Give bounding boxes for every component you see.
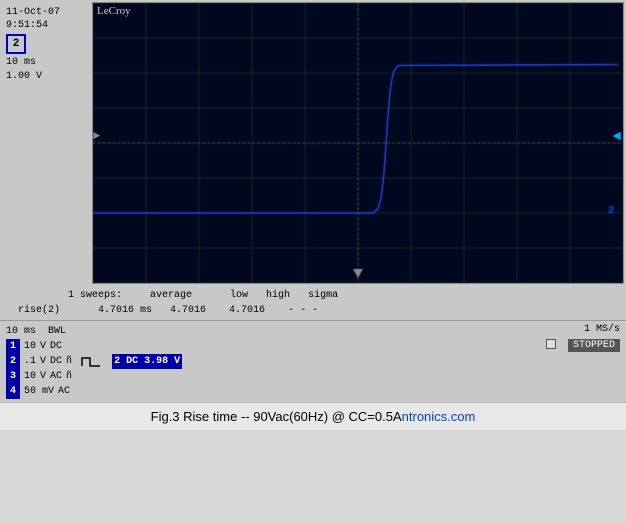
status-line-5: 4 50 mV AC: [6, 384, 546, 399]
channel-box: 2: [6, 34, 26, 54]
status-row: 10 ms BWL 1 10 V DC 2 .1 V DC ñ: [6, 324, 620, 399]
measurements-header: 1 sweeps: average low high sigma: [8, 288, 618, 303]
timebase-value: 10 ms: [6, 56, 88, 70]
ch3-extra: ñ: [66, 369, 72, 384]
time-display: 9:51:54: [6, 19, 88, 32]
param-label: rise(2): [18, 303, 60, 318]
status-bar: 10 ms BWL 1 10 V DC 2 .1 V DC ñ: [0, 320, 626, 402]
left-arrow-icon: ►: [93, 129, 100, 143]
bwl-label: BWL: [48, 324, 66, 339]
status-line-3: 2 .1 V DC ñ 2 DC 3.98 V: [6, 354, 546, 369]
val-high: 4.7016: [229, 303, 265, 318]
ch4-voltage: 50 mV: [24, 384, 54, 399]
caption-text: Fig.3 Rise time -- 90Vac(60Hz) @ CC=0.5A: [151, 409, 402, 424]
ch1-coupling: DC: [50, 339, 62, 354]
status-line-2: 1 10 V DC: [6, 339, 546, 354]
scope-area: 11-Oct-07 9:51:54 2 10 ms 1.00 V LeCroy …: [0, 0, 626, 286]
ch2-indicator: 2: [6, 354, 20, 369]
status-line-4: 3 10 V AC ñ: [6, 369, 546, 384]
ch3-unit: V: [40, 369, 46, 384]
measurements-values: rise(2) 4.7016 ms 4.7016 4.7016 - - -: [8, 303, 618, 318]
date-display: 11-Oct-07: [6, 6, 88, 19]
right-status: 1 MS/s STOPPED: [546, 324, 620, 351]
measurements-row: 1 sweeps: average low high sigma rise(2)…: [0, 286, 626, 320]
right-arrow-icon: ◄: [613, 129, 621, 145]
left-panel: 11-Oct-07 9:51:54 2 10 ms 1.00 V: [2, 2, 92, 284]
left-status: 10 ms BWL 1 10 V DC 2 .1 V DC ñ: [6, 324, 546, 399]
ch2-extra: ñ: [66, 354, 72, 369]
col-average: average: [150, 288, 192, 303]
col-low: low: [230, 288, 248, 303]
caption: Fig.3 Rise time -- 90Vac(60Hz) @ CC=0.5A…: [0, 402, 626, 430]
ch1-unit: V: [40, 339, 46, 354]
sweeps-label: 1 sweeps:: [68, 288, 122, 303]
checkbox-icon: [546, 339, 556, 349]
ch2-voltage: .1: [24, 354, 36, 369]
val-average: 4.7016 ms: [98, 303, 152, 318]
stopped-badge: STOPPED: [568, 339, 620, 352]
timebase-info: 10 ms 1.00 V: [6, 56, 88, 84]
sample-rate: 1 MS/s: [546, 324, 620, 335]
ch3-voltage: 10: [24, 369, 36, 384]
col-sigma: sigma: [308, 288, 338, 303]
val-sigma: - - -: [288, 303, 318, 318]
ch1-indicator: 1: [6, 339, 20, 354]
squarewave-icon: [80, 356, 102, 368]
val-low: 4.7016: [170, 303, 206, 318]
col-high: high: [266, 288, 290, 303]
stopped-area: STOPPED: [546, 339, 620, 351]
ch2-coupling: DC: [50, 354, 62, 369]
ch4-coupling: AC: [58, 384, 70, 399]
ch1-voltage: 10: [24, 339, 36, 354]
scope-screen: LeCroy ◄ ►: [92, 2, 624, 284]
brand-label: LeCroy: [97, 5, 131, 17]
timebase-status: 10 ms: [6, 324, 36, 339]
ch4-indicator: 4: [6, 384, 20, 399]
voltage-value: 1.00 V: [6, 70, 88, 84]
ch2-dc-label: 2 DC 3.98 V: [112, 354, 182, 369]
caption-blue: ntronics.com: [402, 409, 476, 424]
main-container: 11-Oct-07 9:51:54 2 10 ms 1.00 V LeCroy …: [0, 0, 626, 524]
ch3-coupling: AC: [50, 369, 62, 384]
ch3-indicator: 3: [6, 369, 20, 384]
ch2-unit: V: [40, 354, 46, 369]
status-line-1: 10 ms BWL: [6, 324, 546, 339]
